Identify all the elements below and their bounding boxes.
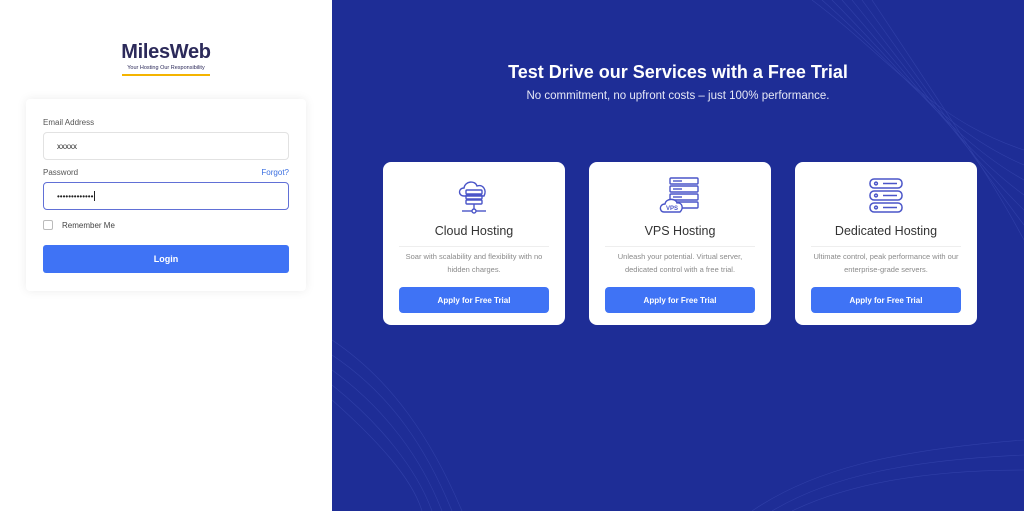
promo-panel: Test Drive our Services with a Free Tria… [332,0,1024,511]
divider [399,246,549,247]
service-title: Dedicated Hosting [834,224,938,238]
service-card-dedicated: Dedicated Hosting Ultimate control, peak… [795,162,977,325]
service-title: Cloud Hosting [434,224,514,238]
email-label: Email Address [43,118,95,127]
forgot-password-link[interactable]: Forgot? [261,168,289,177]
login-form-card: Email Address xxxxx Password Forgot? •••… [26,99,306,291]
remember-me-checkbox[interactable] [43,220,53,230]
service-card-cloud: Cloud Hosting Soar with scalability and … [383,162,565,325]
svg-text:VPS: VPS [666,206,678,212]
service-card-vps: VPS VPS Hosting Unleash your potential. … [589,162,771,325]
apply-free-trial-button-cloud[interactable]: Apply for Free Trial [399,287,549,313]
cloud-server-icon [383,176,565,216]
password-field[interactable]: ••••••••••••• [43,182,289,210]
email-value: xxxxx [57,141,77,151]
service-title: VPS Hosting [644,224,716,238]
email-field[interactable]: xxxxx [43,132,289,160]
service-description: Ultimate control, peak performance with … [813,252,959,274]
vps-server-icon: VPS [589,176,771,216]
apply-free-trial-button-vps[interactable]: Apply for Free Trial [605,287,755,313]
apply-free-trial-button-dedicated[interactable]: Apply for Free Trial [811,287,961,313]
service-description: Soar with scalability and flexibility wi… [405,252,543,274]
login-button[interactable]: Login [43,245,289,273]
divider [605,246,755,247]
remember-me-label[interactable]: Remember Me [62,221,115,230]
promo-headline: Test Drive our Services with a Free Tria… [508,62,848,82]
brand-tagline: Your Hosting Our Responsibility [127,65,205,71]
password-label: Password [43,168,79,177]
brand-underline [122,74,210,76]
brand-name: MilesWeb [121,41,211,63]
remember-me: Remember Me [43,220,115,230]
password-value: ••••••••••••• [57,191,94,201]
brand-logo[interactable]: MilesWeb Your Hosting Our Responsibility [120,42,212,76]
login-panel: MilesWeb Your Hosting Our Responsibility… [0,0,332,511]
text-caret [94,191,96,201]
dedicated-server-icon [795,176,977,216]
promo-subline: No commitment, no upfront costs – just 1… [526,90,830,102]
divider [811,246,961,247]
service-description: Unleash your potential. Virtual server, … [617,252,743,274]
